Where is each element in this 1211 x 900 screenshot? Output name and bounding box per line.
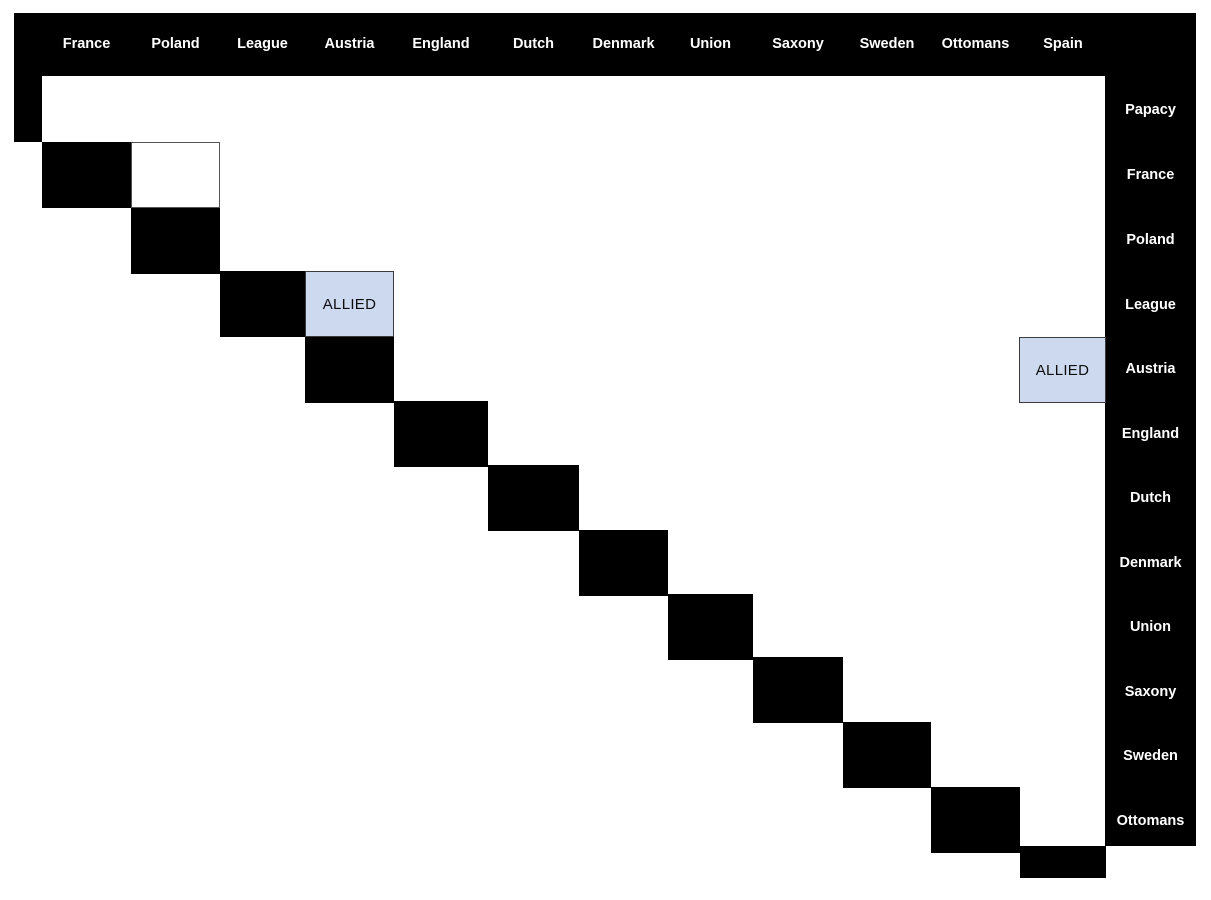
matrix-cell-france-france[interactable] [42, 142, 131, 208]
matrix-cell-ottomans-ottomans[interactable] [931, 787, 1020, 853]
matrix-cell-austria-spain[interactable]: ALLIED [1019, 337, 1106, 403]
matrix-cell-france-poland[interactable] [131, 142, 220, 208]
matrix-cell-dutch-dutch[interactable] [488, 465, 579, 531]
matrix-cell-saxony-saxony[interactable] [753, 657, 843, 723]
column-header-dutch[interactable]: Dutch [488, 13, 579, 76]
matrix-cell-denmark-denmark[interactable] [579, 530, 668, 596]
row-header-union[interactable]: Union [1105, 595, 1196, 660]
matrix-cell-poland-poland[interactable] [131, 208, 220, 274]
column-header-union[interactable]: Union [668, 13, 753, 76]
column-header-france[interactable]: France [42, 13, 131, 76]
row-header-dutch[interactable]: Dutch [1105, 466, 1196, 531]
matrix-cell-austria-austria[interactable] [305, 337, 394, 403]
column-header-spain[interactable]: Spain [1020, 13, 1106, 76]
row-header-papacy[interactable]: Papacy [1105, 78, 1196, 143]
column-header-austria[interactable]: Austria [305, 13, 394, 76]
row-header-sweden[interactable]: Sweden [1105, 724, 1196, 789]
alliance-matrix: ALLIED ALLIED France Poland League Austr… [0, 0, 1211, 900]
row-header-austria[interactable]: Austria [1105, 337, 1196, 402]
matrix-cell-league-austria[interactable]: ALLIED [305, 271, 394, 337]
row-header-saxony[interactable]: Saxony [1105, 660, 1196, 725]
row-header-league[interactable]: League [1105, 273, 1196, 338]
matrix-cell-england-england[interactable] [394, 401, 488, 467]
matrix-cell-sweden-sweden[interactable] [843, 722, 931, 788]
row-header-england[interactable]: England [1105, 402, 1196, 467]
column-header-ottomans[interactable]: Ottomans [931, 13, 1020, 76]
matrix-cell-union-union[interactable] [668, 594, 753, 660]
column-header-sweden[interactable]: Sweden [843, 13, 931, 76]
row-header-france[interactable]: France [1105, 143, 1196, 208]
row-header-poland[interactable]: Poland [1105, 208, 1196, 273]
matrix-cell-papacy-papacy[interactable] [14, 76, 42, 142]
matrix-cell-spain-spain[interactable] [1020, 846, 1106, 878]
column-header-england[interactable]: England [394, 13, 488, 76]
column-header-denmark[interactable]: Denmark [579, 13, 668, 76]
column-header-saxony[interactable]: Saxony [753, 13, 843, 76]
column-header-poland[interactable]: Poland [131, 13, 220, 76]
row-header-denmark[interactable]: Denmark [1105, 531, 1196, 596]
row-header-ottomans[interactable]: Ottomans [1105, 789, 1196, 854]
column-header-league[interactable]: League [220, 13, 305, 76]
matrix-cell-league-league[interactable] [220, 271, 305, 337]
